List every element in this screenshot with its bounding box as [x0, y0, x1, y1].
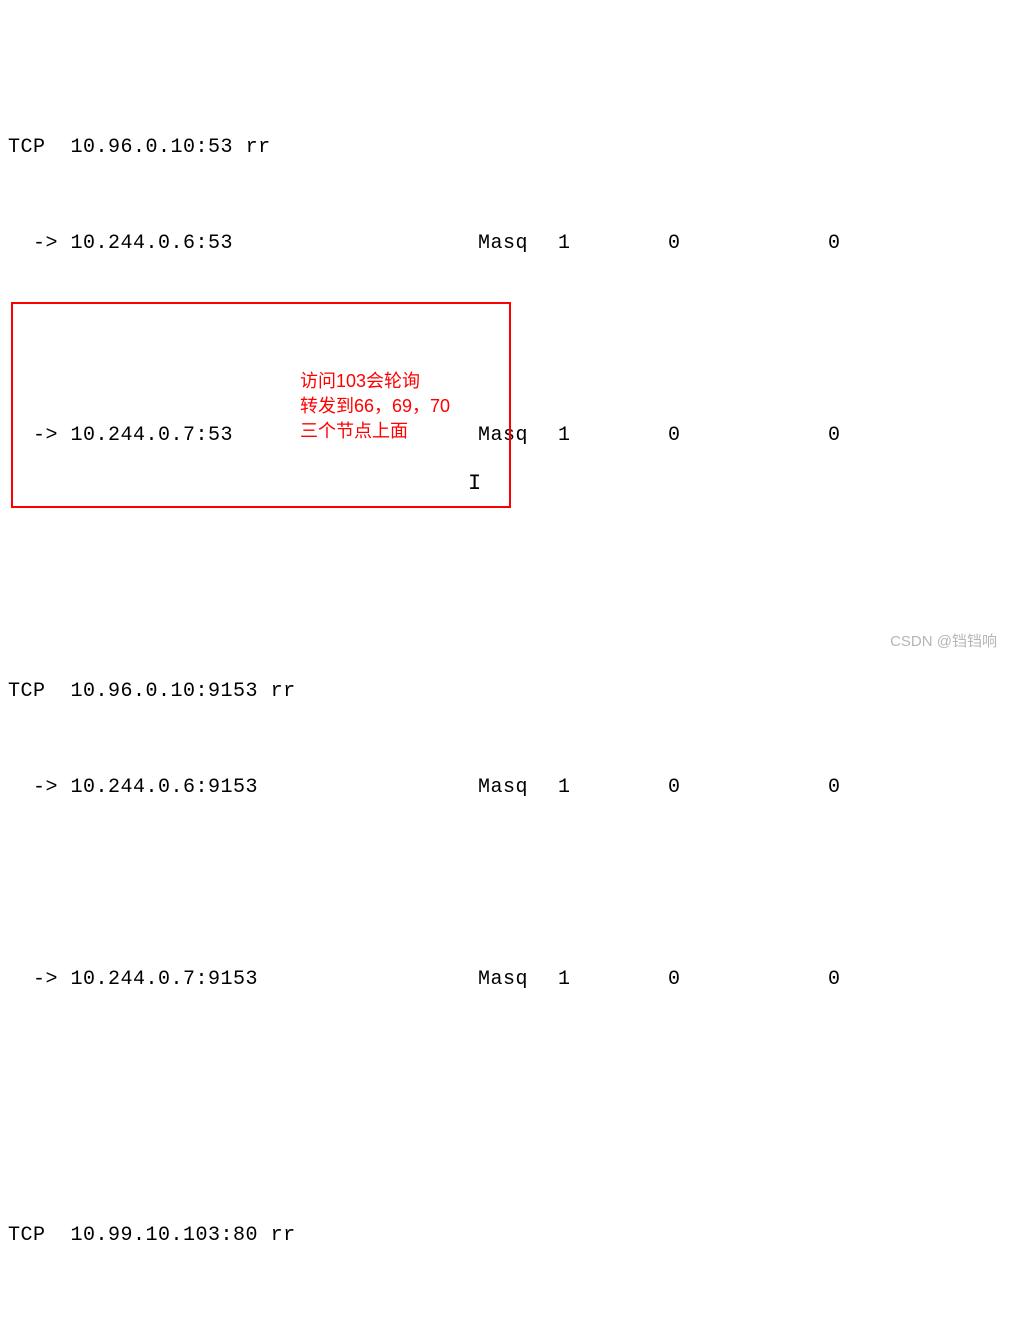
active: 0: [668, 228, 828, 260]
vip: 10.99.10.103:80: [71, 1224, 259, 1247]
dest-addr: 10.244.0.6:9153: [71, 776, 259, 799]
active: 0: [668, 420, 828, 452]
service-header-row: TCP 10.96.0.10:53 rr: [8, 132, 1009, 164]
dest-row: -> 10.244.0.6:9153 Masq 1 0 0: [8, 772, 1009, 804]
watermark: CSDN @铛铛响: [890, 630, 997, 651]
annotation-line: 访问103会轮询: [300, 369, 490, 394]
fwd: Masq: [478, 964, 558, 996]
dest-row: -> 10.244.0.7:9153 Masq 1 0 0: [8, 964, 1009, 996]
fwd: Masq: [478, 420, 558, 452]
active: 0: [668, 964, 828, 996]
text-cursor-icon: I: [468, 466, 482, 501]
weight: 1: [558, 964, 668, 996]
inact: 0: [828, 420, 948, 452]
ipvs-output: TCP 10.96.0.10:53 rr -> 10.244.0.6:53 Ma…: [8, 4, 1009, 1318]
fwd: Masq: [478, 1316, 558, 1318]
weight: 1: [558, 1316, 668, 1318]
proto: TCP: [8, 1224, 46, 1247]
weight: 1: [558, 772, 668, 804]
sched: rr: [271, 680, 296, 703]
service-header-row: TCP 10.99.10.103:80 rr: [8, 1220, 1009, 1252]
inact: 0: [828, 964, 948, 996]
weight: 1: [558, 420, 668, 452]
proto: TCP: [8, 136, 46, 159]
dest-addr: 10.244.0.7:9153: [71, 968, 259, 991]
annotation-text: 访问103会轮询 转发到66，69，70 三个节点上面: [300, 369, 490, 445]
vip: 10.96.0.10:9153: [71, 680, 259, 703]
annotation-line: 三个节点上面: [300, 419, 490, 444]
dest-addr: 10.244.0.6:53: [71, 232, 234, 255]
dest-row: -> 10.244.0.7:53 Masq 1 0 0: [8, 420, 1009, 452]
inact: 0: [828, 1316, 948, 1318]
inact: 0: [828, 772, 948, 804]
inact: 0: [828, 228, 948, 260]
active: 0: [668, 1316, 828, 1318]
dest-row: -> 10.244.0.6:53 Masq 1 0 0: [8, 228, 1009, 260]
fwd: Masq: [478, 772, 558, 804]
service-header-row: TCP 10.96.0.10:9153 rr: [8, 676, 1009, 708]
vip: 10.96.0.10:53: [71, 136, 234, 159]
dest-row: -> 10.244.1.66:80 Masq 1 0 0: [8, 1316, 1009, 1318]
weight: 1: [558, 228, 668, 260]
dest-addr: 10.244.0.7:53: [71, 424, 234, 447]
fwd: Masq: [478, 228, 558, 260]
sched: rr: [271, 1224, 296, 1247]
active: 0: [668, 772, 828, 804]
proto: TCP: [8, 680, 46, 703]
sched: rr: [246, 136, 271, 159]
annotation-line: 转发到66，69，70: [300, 394, 490, 419]
